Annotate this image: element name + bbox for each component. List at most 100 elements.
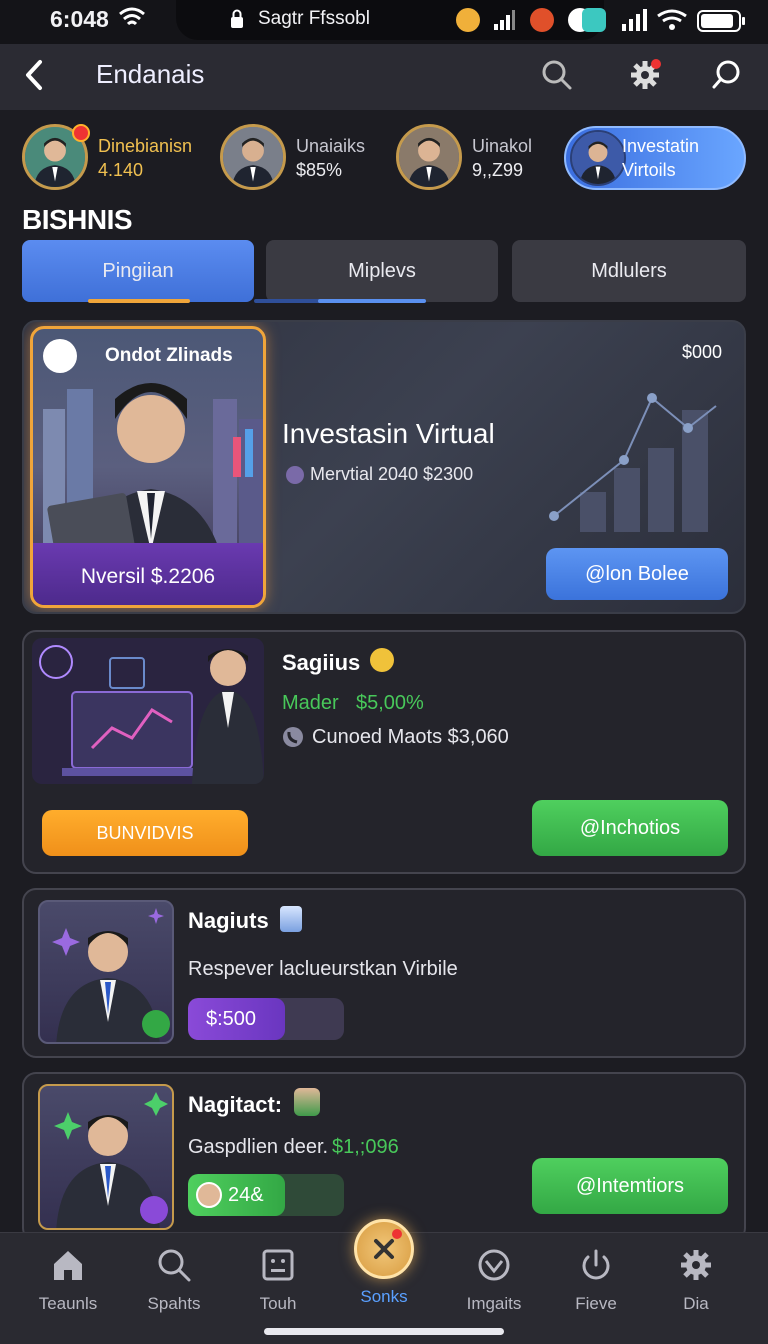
- tab-mdlulers[interactable]: Mdlulers: [512, 240, 746, 302]
- hero-card[interactable]: Ondot Zlinads Nversil $.2206 $000 Invest…: [22, 320, 746, 614]
- trend-chart-icon: [549, 393, 717, 532]
- nav-item-touh[interactable]: Touh: [228, 1247, 328, 1314]
- hero-image: Ondot Zlinads Nversil $.2206: [30, 326, 266, 608]
- search-icon: [158, 1249, 191, 1282]
- wifi-icon: [119, 7, 145, 26]
- card-progress: $:500: [188, 998, 344, 1040]
- system-icons: [582, 8, 745, 32]
- tab-bar: Pingiian Miplevs Mdlulers: [22, 240, 746, 304]
- profile-value: $85%: [296, 160, 343, 180]
- hero-corner-value: $000: [681, 342, 722, 362]
- hero-meta-icon: [286, 466, 304, 484]
- app-badge-icon: [530, 8, 554, 32]
- tab-pingiian[interactable]: Pingiian: [22, 240, 254, 302]
- notification-badge: [72, 124, 90, 142]
- square-icon: [262, 1249, 294, 1281]
- nav-item-teaunls[interactable]: Teaunls: [18, 1247, 118, 1314]
- nav-label: Touh: [259, 1294, 297, 1313]
- card-title: Nagitact:: [188, 1092, 283, 1117]
- card-description-value: $1,;096: [332, 1136, 399, 1158]
- card-action-button[interactable]: @Inchotios: [532, 800, 728, 856]
- app-header: Endanais: [0, 44, 768, 110]
- phone-icon: [283, 727, 303, 747]
- hero-title: Investasin Virtual: [282, 418, 495, 449]
- profile-strip: Dinebianisn 4.140 Unaiaiks $85% Uinakol …: [0, 118, 768, 198]
- card-secondary-button[interactable]: BUNVIDVIS: [42, 810, 248, 856]
- tab-label: Pingiian: [102, 259, 174, 282]
- nav-label: Imgaits: [466, 1294, 522, 1313]
- lock-icon: [231, 9, 243, 28]
- medal-icon: [370, 648, 394, 672]
- profile-name: Uinakol: [472, 136, 533, 156]
- settings-gear-icon[interactable]: [628, 58, 662, 92]
- card-info: Cunoed Maots $3,060: [312, 726, 509, 748]
- gear-icon: [681, 1250, 711, 1280]
- profile-item-3[interactable]: Uinakol 9,,Z99: [396, 124, 556, 192]
- hero-meta: Mervtial 2040 $2300: [310, 464, 474, 484]
- status-center-title: Sagtr Ffssobl: [258, 8, 370, 29]
- search-icon[interactable]: [540, 58, 574, 92]
- card-title: Sagiius: [282, 650, 361, 675]
- nav-label: Spahts: [147, 1294, 201, 1313]
- business-card-nagiuts[interactable]: Nagiuts Respever laclueurstkan Virbile $…: [22, 888, 746, 1058]
- progress-label: 24&: [228, 1184, 264, 1206]
- trophy-icon: [280, 906, 302, 932]
- back-arrow-icon[interactable]: [22, 58, 46, 92]
- profile-name: Dinebianisn: [98, 136, 193, 156]
- tab-indicator-2: [318, 299, 426, 303]
- home-icon: [54, 1251, 82, 1280]
- card-progress: 24&: [188, 1174, 344, 1216]
- profile-item-2[interactable]: Unaiaiks $85%: [220, 124, 380, 192]
- hero-action-button[interactable]: @lon Bolee: [546, 548, 728, 600]
- profile-value: 4.140: [98, 160, 144, 180]
- card-illustration: [32, 638, 264, 784]
- signal-icon: [494, 10, 515, 30]
- card-subtitle-label: Mader: [282, 692, 339, 714]
- laptop-businessman-illustration: [39, 645, 264, 784]
- hero-image-title: Ondot Zlinads: [105, 345, 233, 366]
- tab-indicator: [88, 299, 190, 303]
- nav-item-spahts[interactable]: Spahts: [124, 1247, 224, 1314]
- business-card-nagitact[interactable]: Nagitact: Gaspdlien deer. $1,;096 24& @I…: [22, 1072, 746, 1242]
- power-icon: [582, 1249, 610, 1280]
- nav-item-dia[interactable]: Dia: [646, 1247, 746, 1314]
- nav-item-imgaits[interactable]: Imgaits: [444, 1247, 544, 1314]
- hero-image-price: Nversil $.2206: [80, 565, 216, 588]
- card-description: Respever laclueurstkan Virbile: [188, 958, 458, 980]
- close-icon: [374, 1229, 402, 1259]
- person-icon: [572, 132, 624, 184]
- hero-logo-icon: [43, 339, 77, 373]
- tab-miplevs[interactable]: Miplevs: [266, 240, 498, 302]
- tab-label: Mdlulers: [591, 259, 667, 282]
- profile-name: Investatin: [622, 136, 700, 156]
- search-icon-secondary[interactable]: [710, 58, 744, 92]
- profile-value: 9,,Z99: [472, 160, 524, 180]
- person-badge-icon: [294, 1088, 320, 1116]
- profile-item-active[interactable]: Investatin Virtoils: [564, 126, 746, 190]
- section-title: BISHNIS: [22, 204, 133, 235]
- card-description-label: Gaspdlien deer.: [188, 1136, 329, 1158]
- person-icon: [223, 127, 283, 187]
- card-thumbnail: [38, 900, 174, 1044]
- card-action-button[interactable]: @Intemtiors: [532, 1158, 728, 1214]
- nav-item-fieve[interactable]: Fieve: [546, 1247, 646, 1314]
- tab-label: Miplevs: [348, 259, 416, 282]
- nav-center-button[interactable]: [354, 1219, 414, 1279]
- badge-icon: [456, 8, 480, 32]
- profile-item-1[interactable]: Dinebianisn 4.140: [22, 124, 202, 192]
- card-thumbnail: [38, 1084, 174, 1230]
- card-subtitle-value: $5,00%: [356, 692, 424, 714]
- status-time: 6:048: [50, 6, 109, 32]
- card-title: Nagiuts: [188, 908, 269, 933]
- status-bar: 6:048 Sagtr Ffssobl: [0, 0, 768, 44]
- businessman-illustration: [52, 908, 170, 1042]
- page-title: Endanais: [96, 59, 205, 89]
- avatar: [220, 124, 286, 190]
- person-icon: [399, 127, 459, 187]
- home-indicator[interactable]: [264, 1328, 504, 1335]
- avatar: [570, 130, 626, 186]
- progress-label: $:500: [206, 1008, 257, 1030]
- business-card-sagiius[interactable]: Sagiius Mader $5,00% Cunoed Maots $3,060…: [22, 630, 746, 874]
- nav-label-active: Sonks: [360, 1287, 408, 1306]
- nav-label: Fieve: [575, 1294, 617, 1313]
